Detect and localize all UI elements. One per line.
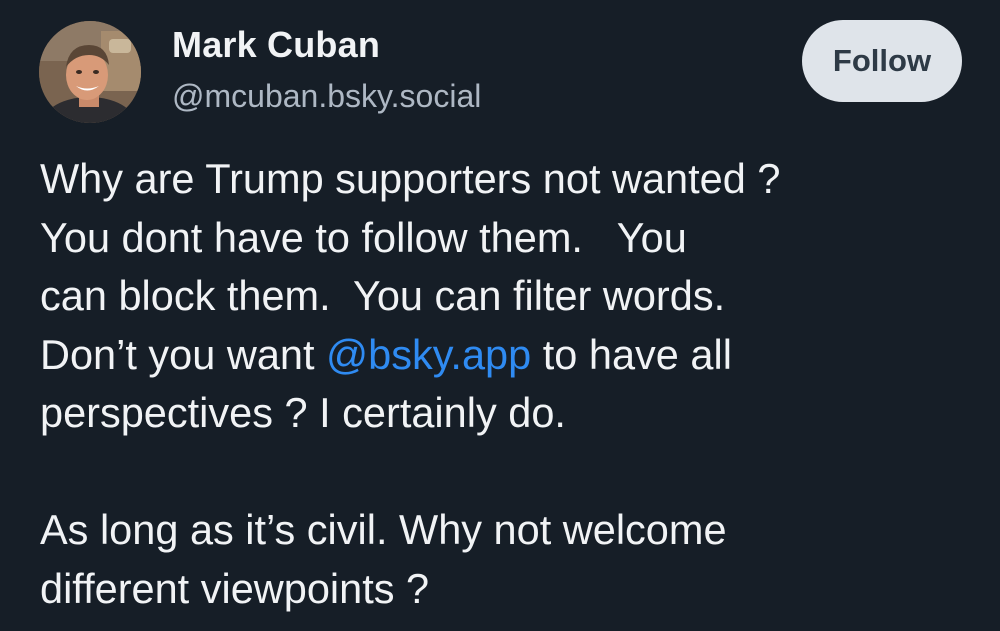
post-text-line: perspectives ? I certainly do. bbox=[40, 389, 566, 436]
post-text-fragment: Don’t you want bbox=[40, 330, 327, 378]
avatar[interactable] bbox=[39, 21, 141, 123]
post-text-fragment: to have all bbox=[531, 330, 732, 378]
post-text-line: You dont have to follow them. You bbox=[40, 213, 687, 261]
mention-link-bsky-app[interactable]: @bsky.app bbox=[326, 331, 531, 378]
post-card: Mark Cuban @mcuban.bsky.social Follow Wh… bbox=[0, 0, 1000, 631]
post-text: Why are Trump supporters not wanted ? Yo… bbox=[40, 150, 980, 618]
post-text-line: As long as it’s civil. Why not welcome bbox=[40, 506, 727, 553]
post-text-line: can block them. You can filter words. bbox=[40, 272, 726, 319]
author-display-name[interactable]: Mark Cuban bbox=[172, 24, 380, 66]
follow-button[interactable]: Follow bbox=[802, 20, 962, 102]
post-text-line-with-mention: Don’t you want @bsky.app to have all bbox=[40, 326, 980, 385]
post-text-line: different viewpoints ? bbox=[40, 564, 430, 612]
author-handle[interactable]: @mcuban.bsky.social bbox=[172, 78, 481, 115]
post-text-line: Why are Trump supporters not wanted ? bbox=[40, 155, 781, 202]
avatar-photo-icon bbox=[39, 21, 141, 123]
